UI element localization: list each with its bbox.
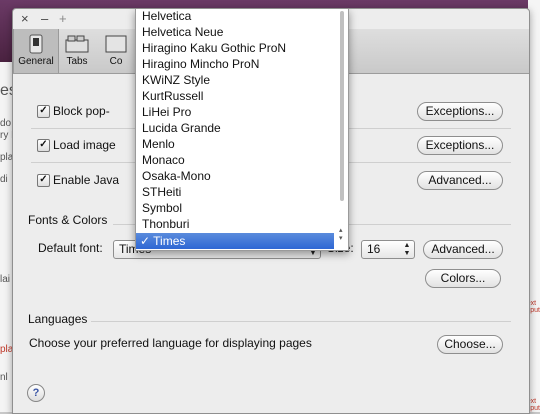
block-popups-checkbox[interactable]: ✓: [37, 105, 50, 118]
tab-autofill-label: Co: [109, 56, 123, 67]
menu-item-font[interactable]: LiHei Pro: [142, 105, 191, 119]
load-images-checkbox[interactable]: ✓: [37, 139, 50, 152]
enable-java-label: Enable Java: [53, 173, 120, 187]
menu-scroll-arrows-icon[interactable]: ▴▾: [339, 227, 345, 243]
font-size-select[interactable]: 16 ▲ ▼: [361, 240, 415, 259]
menu-item-font[interactable]: Helvetica Neue: [142, 25, 223, 39]
tab-tabs-label: Tabs: [66, 56, 88, 67]
font-size-value: 16: [367, 242, 381, 256]
divider: [91, 321, 511, 322]
menu-item-font[interactable]: Thonburi: [142, 217, 189, 231]
menu-item-font[interactable]: Symbol: [142, 201, 182, 215]
menu-item-font[interactable]: Menlo: [142, 137, 175, 151]
images-exceptions-button[interactable]: Exceptions...: [417, 136, 503, 155]
preferences-window: × – + General Tabs Co ✓ Block pop- Excep…: [12, 8, 530, 414]
load-images-label: Load image: [53, 138, 116, 152]
tab-general-label: General: [18, 56, 54, 67]
minimize-button[interactable]: –: [41, 11, 48, 26]
menu-item-font[interactable]: STHeiti: [142, 185, 181, 199]
bg-fragment: di: [0, 174, 8, 185]
menu-item-selected-label: ✓ Times: [140, 234, 186, 248]
help-button[interactable]: ?: [27, 384, 45, 402]
menu-item-font[interactable]: Hiragino Mincho ProN: [142, 57, 259, 71]
tab-tabs[interactable]: Tabs: [55, 34, 99, 67]
colors-button[interactable]: Colors...: [425, 269, 501, 288]
autofill-icon: [105, 35, 127, 53]
menu-item-font[interactable]: KWiNZ Style: [142, 73, 210, 87]
tabs-icon: [65, 35, 89, 53]
default-font-label: Default font:: [38, 241, 103, 255]
switch-icon: [29, 34, 43, 54]
menu-item-font[interactable]: KurtRussell: [142, 89, 203, 103]
menu-item-font[interactable]: Helvetica: [142, 9, 191, 23]
block-popups-label: Block pop-: [53, 104, 110, 118]
close-button[interactable]: ×: [21, 11, 29, 26]
menu-item-font[interactable]: Hiragino Kaku Gothic ProN: [142, 41, 286, 55]
languages-description: Choose your preferred language for displ…: [29, 336, 312, 350]
bg-fragment: do: [0, 118, 12, 129]
bg-fragment: nl: [0, 372, 8, 383]
tab-autofill[interactable]: Co: [101, 34, 131, 67]
menu-item-font[interactable]: Osaka-Mono: [142, 169, 211, 183]
tab-general[interactable]: General: [13, 29, 59, 73]
java-advanced-button[interactable]: Advanced...: [417, 171, 503, 190]
menu-item-font[interactable]: Lucida Grande: [142, 121, 221, 135]
languages-section-title: Languages: [28, 312, 88, 326]
font-advanced-button[interactable]: Advanced...: [423, 240, 503, 259]
enable-java-checkbox[interactable]: ✓: [37, 174, 50, 187]
zoom-button[interactable]: +: [59, 11, 67, 26]
fonts-section-title: Fonts & Colors: [28, 213, 108, 227]
menu-scrollbar[interactable]: [340, 11, 344, 201]
menu-item-selected[interactable]: ✓ Times: [136, 233, 334, 249]
menu-item-font[interactable]: Monaco: [142, 153, 185, 167]
bg-fragment: lai: [0, 274, 11, 285]
choose-language-button[interactable]: Choose...: [437, 335, 503, 354]
select-arrows-icon: ▲▼: [403, 242, 411, 257]
font-popup-menu: Helvetica Helvetica Neue Hiragino Kaku G…: [135, 9, 349, 251]
popup-exceptions-button[interactable]: Exceptions...: [417, 102, 503, 121]
